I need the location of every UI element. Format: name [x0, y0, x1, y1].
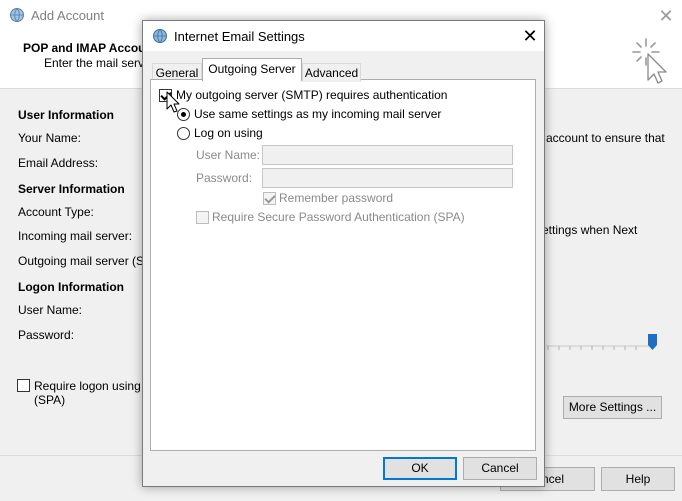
require-spa-label-line2: (SPA)	[34, 393, 66, 407]
label-user-name: User Name:	[18, 303, 83, 317]
log-on-using-label[interactable]: Log on using	[194, 126, 263, 140]
section-logon-information: Logon Information	[18, 280, 124, 294]
remember-password-label[interactable]: Remember password	[279, 191, 393, 205]
require-spa-label[interactable]: Require Secure Password Authentication (…	[212, 210, 465, 224]
close-icon[interactable]: ✕	[656, 6, 676, 26]
dialog-title: Internet Email Settings	[174, 29, 305, 44]
password-label: Password:	[196, 171, 253, 185]
require-spa-checkbox[interactable]	[17, 379, 30, 392]
tab-outgoing-server[interactable]: Outgoing Server	[202, 58, 302, 81]
require-spa-checkbox[interactable]	[196, 211, 209, 224]
user-name-label: User Name:	[196, 148, 261, 162]
use-same-settings-label[interactable]: Use same settings as my incoming mail se…	[194, 107, 441, 121]
label-account-type: Account Type:	[18, 205, 94, 219]
password-input[interactable]	[262, 168, 513, 188]
slider-thumb[interactable]	[648, 334, 657, 350]
log-on-using-radio[interactable]	[177, 127, 190, 140]
test-account-text: account to ensure that	[546, 131, 665, 145]
remember-password-checkbox[interactable]	[263, 192, 276, 205]
more-settings-button[interactable]: More Settings ...	[563, 396, 662, 419]
require-spa-label: Require logon using (SPA)	[34, 379, 144, 407]
ok-button[interactable]: OK	[383, 457, 457, 480]
label-outgoing-server: Outgoing mail server (SN	[18, 254, 153, 268]
arrow-cursor-icon	[166, 91, 182, 115]
wizard-header-title: POP and IMAP Accou	[23, 41, 146, 55]
label-email-address: Email Address:	[18, 156, 99, 170]
user-name-input[interactable]	[262, 145, 513, 165]
requires-auth-label[interactable]: My outgoing server (SMTP) requires authe…	[176, 88, 447, 102]
internet-email-settings-dialog: Internet Email Settings ✕ General Outgoi…	[142, 20, 545, 487]
add-account-title: Add Account	[31, 8, 104, 23]
tab-advanced[interactable]: Advanced	[302, 63, 361, 82]
label-incoming-server: Incoming mail server:	[18, 229, 133, 243]
section-server-information: Server Information	[18, 182, 125, 196]
help-button[interactable]: Help	[601, 467, 675, 491]
slider-track[interactable]	[546, 340, 656, 350]
require-spa-label-line1: Require logon using	[34, 379, 141, 393]
close-icon[interactable]: ✕	[520, 26, 540, 46]
cursor-sparkle-icon	[628, 36, 670, 84]
cancel-button[interactable]: Cancel	[463, 457, 537, 480]
globe-envelope-icon	[152, 28, 168, 44]
test-settings-text: ettings when Next	[542, 223, 638, 237]
wizard-header-subtitle: Enter the mail server	[44, 56, 155, 70]
section-user-information: User Information	[18, 108, 115, 122]
label-password: Password:	[18, 328, 75, 342]
globe-envelope-icon	[9, 7, 25, 23]
label-your-name: Your Name:	[18, 131, 81, 145]
